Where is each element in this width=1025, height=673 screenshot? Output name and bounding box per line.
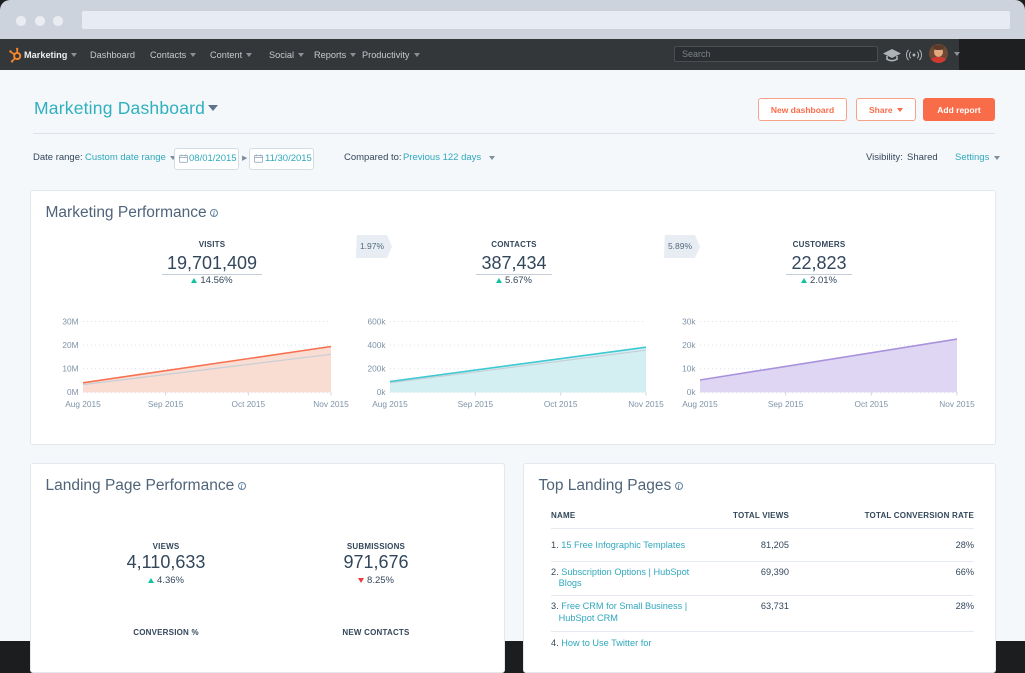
svg-text:0M: 0M [67,387,79,397]
svg-text:30k: 30k [682,316,696,326]
svg-text:Nov 2015: Nov 2015 [628,399,664,409]
svg-text:0k: 0k [687,387,697,397]
svg-text:Aug 2015: Aug 2015 [372,399,408,409]
svg-text:600k: 600k [368,316,387,326]
svg-text:200k: 200k [368,364,387,374]
svg-text:20k: 20k [682,340,696,350]
svg-text:Nov 2015: Nov 2015 [939,399,975,409]
svg-text:10M: 10M [62,364,78,374]
svg-text:Nov 2015: Nov 2015 [313,399,349,409]
svg-text:Aug 2015: Aug 2015 [682,399,718,409]
svg-text:Aug 2015: Aug 2015 [65,399,101,409]
svg-text:Sep 2015: Sep 2015 [148,399,184,409]
svg-text:10k: 10k [682,364,696,374]
svg-text:Sep 2015: Sep 2015 [768,399,804,409]
svg-text:Oct 2015: Oct 2015 [544,399,578,409]
svg-text:30M: 30M [62,316,78,326]
svg-text:0k: 0k [377,387,387,397]
svg-text:Oct 2015: Oct 2015 [854,399,888,409]
svg-text:Sep 2015: Sep 2015 [458,399,494,409]
svg-text:20M: 20M [62,340,78,350]
svg-text:400k: 400k [368,340,387,350]
svg-text:Oct 2015: Oct 2015 [231,399,265,409]
